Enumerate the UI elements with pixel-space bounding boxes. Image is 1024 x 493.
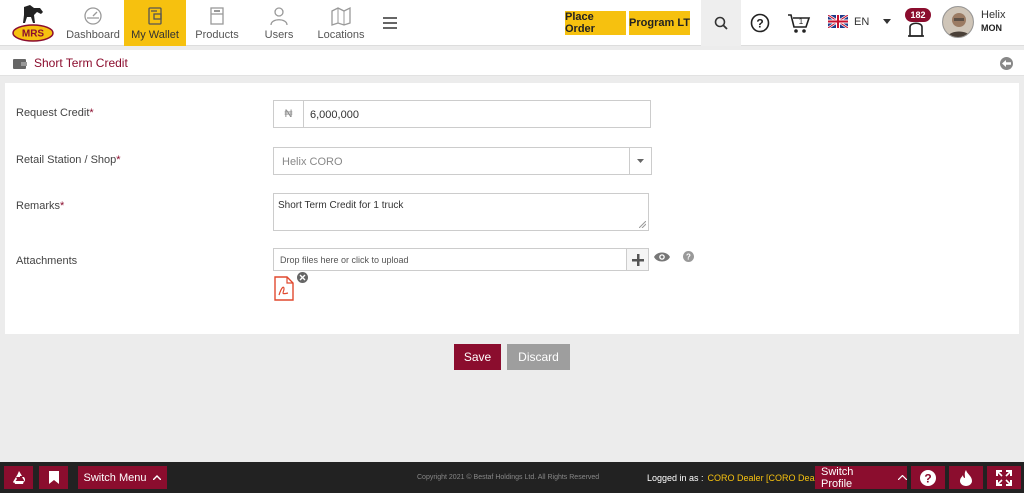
remarks-label: Remarks* xyxy=(16,200,65,212)
locations-icon xyxy=(331,6,351,26)
nav-label: Users xyxy=(264,29,294,41)
hamburger-icon xyxy=(383,17,397,29)
nav-label: Products xyxy=(195,29,239,41)
add-file-button[interactable] xyxy=(626,249,648,270)
logged-in-info: Logged in as : CORO Dealer [CORO Dealer] xyxy=(647,473,827,483)
nav-label: Locations xyxy=(317,29,365,41)
recycle-button[interactable] xyxy=(4,466,33,489)
nav-item-my-wallet[interactable]: My Wallet xyxy=(124,0,186,46)
switch-menu-button[interactable]: Switch Menu xyxy=(78,466,167,489)
nav-item-users[interactable]: Users xyxy=(248,0,310,46)
caret-down-icon xyxy=(883,19,892,24)
page-header: Short Term Credit xyxy=(0,50,1024,76)
flame-icon xyxy=(960,469,972,486)
user-subtitle: MON xyxy=(981,23,1002,33)
program-lt-button[interactable]: Program LT xyxy=(629,11,690,35)
language-selector[interactable]: EN xyxy=(828,15,892,28)
svg-text:MRS: MRS xyxy=(22,29,45,40)
request-credit-value: 6,000,000 xyxy=(310,109,359,121)
expand-icon xyxy=(996,469,1012,486)
select-caret[interactable] xyxy=(629,148,651,174)
nav-item-dashboard[interactable]: Dashboard xyxy=(62,0,124,46)
copyright-text: Copyright 2021 © Bestaf Holdings Ltd. Al… xyxy=(417,474,600,481)
retail-station-label: Retail Station / Shop* xyxy=(16,154,121,166)
file-upload-dropzone[interactable]: Drop files here or click to upload xyxy=(273,248,649,271)
resize-handle-icon[interactable] xyxy=(639,221,646,228)
recycle-icon xyxy=(12,471,25,484)
nav-label: Dashboard xyxy=(66,29,120,41)
products-icon xyxy=(210,7,224,25)
bookmark-icon xyxy=(48,471,59,484)
users-icon xyxy=(270,7,288,26)
svg-text:?: ? xyxy=(924,471,931,485)
help-circle-icon: ? xyxy=(920,469,936,486)
top-navbar: MRS Dashboard My Wallet Products Users L… xyxy=(0,0,1024,46)
place-order-button[interactable]: Place Order xyxy=(565,11,626,35)
remarks-value: Short Term Credit for 1 truck xyxy=(278,200,404,211)
switch-profile-label: Switch Profile xyxy=(821,465,854,490)
arrow-left-icon xyxy=(1002,60,1011,67)
svg-text:?: ? xyxy=(756,17,763,31)
help-footer-button[interactable]: ? xyxy=(911,466,945,489)
svg-text:?: ? xyxy=(686,253,691,262)
wallet-small-icon xyxy=(13,59,27,69)
help-circle-icon: ? xyxy=(750,13,770,33)
request-credit-input[interactable]: ₦ 6,000,000 xyxy=(273,100,651,128)
bookmark-button[interactable] xyxy=(39,466,68,489)
caret-down-icon xyxy=(637,159,644,163)
fire-button[interactable] xyxy=(949,466,983,489)
switch-menu-label: Switch Menu xyxy=(83,471,147,484)
user-name[interactable]: Helix xyxy=(981,9,1005,21)
currency-symbol: ₦ xyxy=(274,101,304,127)
credit-form: Request Credit* ₦ 6,000,000 Retail Stati… xyxy=(5,83,1019,334)
help-icon[interactable]: ? xyxy=(683,251,694,262)
avatar[interactable] xyxy=(942,6,974,38)
request-credit-label: Request Credit* xyxy=(16,107,94,119)
eye-icon[interactable] xyxy=(653,251,671,263)
user-avatar-icon xyxy=(943,7,973,37)
cart-icon: 1 xyxy=(788,14,811,33)
uk-flag-icon xyxy=(828,15,848,28)
remarks-textarea[interactable]: Short Term Credit for 1 truck xyxy=(273,193,649,231)
main-nav: Dashboard My Wallet Products Users Locat… xyxy=(62,0,408,46)
chevron-up-icon xyxy=(898,475,907,480)
language-label: EN xyxy=(854,15,870,28)
nav-label: My Wallet xyxy=(131,29,179,41)
discard-button[interactable]: Discard xyxy=(507,344,570,370)
save-button[interactable]: Save xyxy=(454,344,501,370)
logged-in-label: Logged in as : xyxy=(647,473,704,483)
back-button[interactable] xyxy=(1000,57,1013,70)
footer: Switch Menu Copyright 2021 © Bestaf Hold… xyxy=(0,462,1024,493)
pdf-file-icon[interactable] xyxy=(273,276,295,301)
retail-station-value: Helix CORO xyxy=(282,156,343,168)
dashboard-icon xyxy=(84,7,102,25)
page-title: Short Term Credit xyxy=(34,56,128,70)
search-button[interactable] xyxy=(701,0,741,46)
fullscreen-button[interactable] xyxy=(987,466,1021,489)
upload-placeholder: Drop files here or click to upload xyxy=(280,255,409,265)
remove-file-icon[interactable] xyxy=(297,272,308,283)
attachments-label: Attachments xyxy=(16,255,78,267)
help-button[interactable]: ? xyxy=(748,0,772,46)
search-icon xyxy=(714,16,728,30)
switch-profile-button[interactable]: Switch Profile xyxy=(815,465,907,490)
menu-toggle[interactable] xyxy=(372,0,408,46)
chevron-up-icon xyxy=(153,475,162,480)
notification-badge: 182 xyxy=(905,8,931,22)
plus-icon xyxy=(631,253,644,266)
retail-station-select[interactable]: Helix CORO xyxy=(273,147,652,175)
cart-button[interactable]: 1 xyxy=(786,0,812,46)
nav-item-products[interactable]: Products xyxy=(186,0,248,46)
svg-text:1: 1 xyxy=(799,17,804,26)
nav-item-locations[interactable]: Locations xyxy=(310,0,372,46)
logged-in-user: CORO Dealer [CORO Dealer] xyxy=(707,473,828,483)
wallet-icon xyxy=(148,7,162,25)
brand-logo[interactable]: MRS xyxy=(10,3,56,43)
